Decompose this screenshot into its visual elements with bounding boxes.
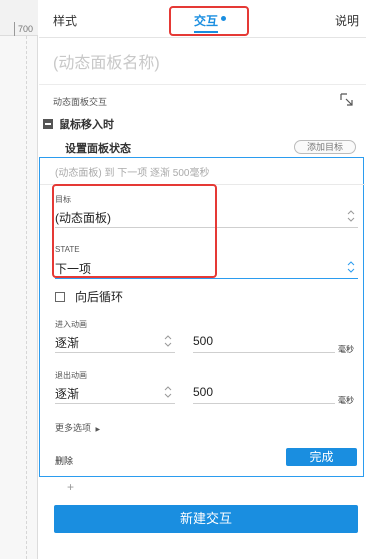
enter-duration-unit: 毫秒	[338, 345, 354, 354]
highlight-box-fields	[52, 184, 217, 278]
add-target-button[interactable]: 添加目标	[294, 140, 356, 154]
tab-bar: 样式 交互 说明	[39, 0, 366, 38]
triangle-right-icon: ▶	[95, 427, 101, 433]
new-interaction-button[interactable]: 新建交互	[54, 505, 358, 533]
loop-label: 向后循环	[75, 290, 124, 304]
ruler-tick	[14, 22, 15, 36]
exit-duration-value: 500	[193, 385, 214, 399]
enter-animation-label: 进入动画	[55, 320, 87, 329]
more-options-label: 更多选项	[55, 423, 92, 433]
updown-caret-icon	[347, 261, 355, 273]
action-editor-card: (动态面板) 到 下一项 逐渐 500毫秒 目标 (动态面板) STATE 下一…	[39, 157, 365, 477]
tab-style[interactable]: 样式	[53, 12, 77, 29]
exit-duration-input[interactable]: 500	[193, 382, 335, 404]
enter-animation-value: 逐渐	[55, 336, 80, 350]
action-summary: (动态面板) 到 下一项 逐渐 500毫秒	[55, 168, 210, 179]
more-options-toggle[interactable]: 更多选项 ▶	[55, 421, 100, 434]
done-button[interactable]: 完成	[286, 448, 357, 466]
enter-duration-value: 500	[193, 334, 214, 348]
enter-duration-input[interactable]: 500	[193, 331, 335, 353]
action-label[interactable]: 设置面板状态	[65, 140, 131, 156]
exit-animation-value: 逐渐	[55, 387, 80, 401]
highlight-box-tab	[169, 6, 249, 36]
divider	[39, 84, 366, 85]
tab-notes[interactable]: 说明	[335, 12, 359, 29]
guide-line	[26, 36, 27, 559]
updown-caret-icon	[164, 335, 172, 347]
collapse-icon[interactable]	[43, 119, 53, 129]
loop-checkbox[interactable]	[55, 291, 65, 302]
enter-animation-select[interactable]: 逐渐	[55, 331, 175, 353]
exit-animation-label: 退出动画	[55, 371, 87, 380]
loop-option[interactable]: 向后循环	[55, 288, 123, 305]
event-row[interactable]: 鼠标移入时	[43, 117, 114, 131]
panel-name-field[interactable]: (动态面板名称)	[53, 49, 160, 73]
ruler-value: 700	[18, 24, 34, 34]
exit-duration-unit: 毫秒	[338, 396, 354, 405]
canvas-edge: 700	[0, 0, 38, 559]
inspector-panel: 样式 交互 说明 (动态面板名称) 动态面板交互 鼠标移入时 设置面板状态 添加…	[39, 0, 366, 559]
section-title: 动态面板交互	[53, 97, 108, 107]
event-label: 鼠标移入时	[59, 119, 114, 131]
updown-caret-icon	[347, 210, 355, 222]
add-action-plus[interactable]: +	[67, 480, 74, 494]
updown-caret-icon	[164, 386, 172, 398]
exit-animation-select[interactable]: 逐渐	[55, 382, 175, 404]
delete-button[interactable]: 删除	[55, 454, 73, 467]
expand-icon[interactable]	[340, 93, 354, 106]
ruler: 700	[0, 0, 38, 36]
